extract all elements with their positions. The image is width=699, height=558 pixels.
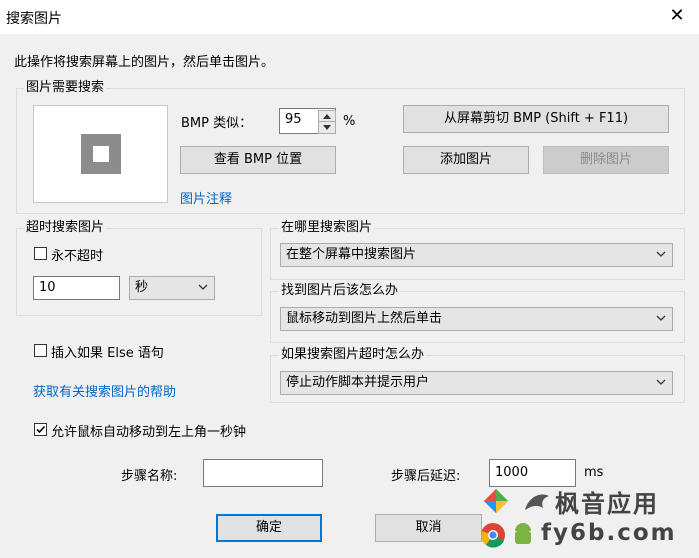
never-timeout-label: 永不超时	[51, 249, 104, 264]
insert-else-checkbox[interactable]	[34, 344, 47, 357]
bmp-similar-spinner[interactable]: 95	[279, 108, 336, 134]
where-selected-value: 在整个屏幕中搜索图片	[286, 247, 417, 262]
watermark-logo-icon	[478, 487, 514, 523]
allow-mouse-checkbox[interactable]	[34, 423, 47, 436]
watermark-chrome-icon	[480, 522, 506, 548]
watermark-bird-icon	[521, 486, 553, 518]
timeout-action-select[interactable]: 停止动作脚本并提示用户	[280, 371, 673, 395]
timeout-action-group-legend: 如果搜索图片超时怎么办	[279, 347, 427, 363]
image-notes-link[interactable]: 图片注释	[180, 188, 232, 207]
step-name-input[interactable]	[203, 459, 323, 487]
never-timeout-checkbox[interactable]	[34, 247, 47, 260]
timeout-value-input[interactable]: 10	[33, 276, 120, 300]
spin-down-icon[interactable]	[318, 121, 336, 134]
timeout-group-legend: 超时搜索图片	[24, 220, 107, 236]
timeout-group-box	[16, 228, 262, 316]
chevron-down-icon	[656, 251, 666, 257]
delay-unit: ms	[584, 465, 604, 480]
ok-button[interactable]: 确定	[216, 514, 322, 542]
add-image-button[interactable]: 添加图片	[403, 146, 529, 174]
found-group-legend: 找到图片后该怎么办	[279, 283, 401, 299]
percent-sign: %	[343, 114, 356, 129]
insert-else-label: 插入如果 Else 语句	[51, 346, 164, 361]
where-group-legend: 在哪里搜索图片	[279, 220, 375, 236]
chevron-down-icon	[656, 379, 666, 385]
timeout-action-selected-value: 停止动作脚本并提示用户	[286, 375, 430, 390]
watermark-text-url: fy6b.com	[541, 520, 677, 546]
timeout-unit-select[interactable]: 秒	[129, 276, 215, 300]
view-bmp-position-button[interactable]: 查看 BMP 位置	[180, 146, 336, 174]
delay-input[interactable]: 1000	[489, 459, 576, 487]
step-name-label: 步骤名称:	[121, 469, 178, 484]
instructions-text: 此操作将搜索屏幕上的图片，然后单击图片。	[14, 55, 275, 70]
close-icon[interactable]: ✕	[662, 3, 692, 29]
watermark-text-cn: 枫音应用	[555, 490, 659, 518]
help-link[interactable]: 获取有关搜索图片的帮助	[33, 381, 176, 400]
image-group-legend: 图片需要搜索	[24, 80, 107, 96]
image-preview	[33, 105, 168, 203]
image-thumbnail	[81, 134, 121, 174]
bmp-similar-label: BMP 类似：	[181, 116, 253, 131]
title-bar	[0, 0, 699, 34]
chevron-down-icon	[656, 315, 666, 321]
found-selected-value: 鼠标移动到图片上然后单击	[286, 311, 443, 326]
found-action-select[interactable]: 鼠标移动到图片上然后单击	[280, 307, 673, 331]
where-select[interactable]: 在整个屏幕中搜索图片	[280, 243, 673, 267]
bmp-similar-value[interactable]: 95	[285, 112, 302, 127]
delay-label: 步骤后延迟:	[391, 469, 461, 484]
window-title: 搜索图片	[6, 11, 62, 27]
delete-image-button[interactable]: 删除图片	[543, 146, 669, 174]
cancel-button[interactable]: 取消	[375, 514, 482, 542]
cut-bmp-button[interactable]: 从屏幕剪切 BMP (Shift + F11)	[403, 105, 669, 133]
allow-mouse-label: 允许鼠标自动移动到左上角一秒钟	[51, 425, 247, 440]
chevron-down-icon	[198, 284, 208, 290]
checkmark-icon	[36, 425, 46, 434]
watermark-android-icon	[510, 522, 536, 548]
timeout-unit-value: 秒	[135, 280, 149, 295]
